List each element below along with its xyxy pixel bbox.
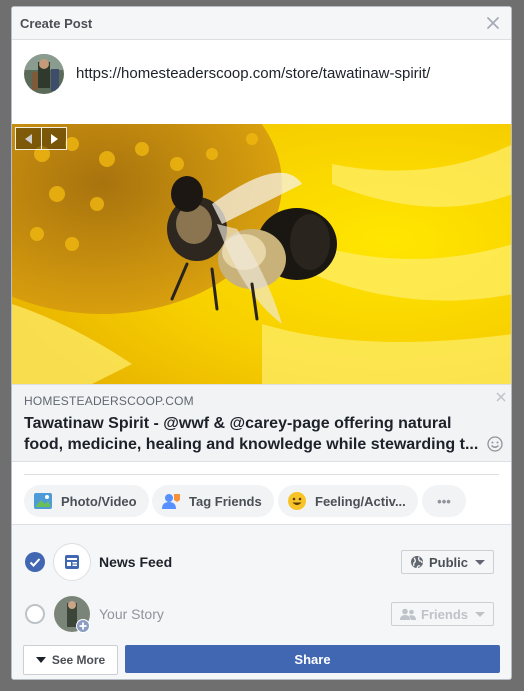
your-story-privacy-label: Friends bbox=[421, 606, 468, 622]
your-story-privacy-select[interactable]: Friends bbox=[391, 602, 494, 626]
tag-friends-button[interactable]: Tag Friends bbox=[152, 485, 274, 517]
globe-icon bbox=[410, 555, 424, 569]
smiley-icon bbox=[287, 491, 307, 511]
post-composer[interactable]: https://homesteaderscoop.com/store/tawat… bbox=[12, 40, 511, 124]
your-story-avatar bbox=[53, 595, 91, 633]
caret-down-icon bbox=[35, 657, 46, 663]
link-preview-image bbox=[12, 124, 511, 384]
friends-icon bbox=[400, 608, 417, 620]
audience-section: News Feed Public Your Story Friends See … bbox=[12, 524, 511, 679]
link-preview-meta[interactable]: HOMESTEADERSCOOP.COM Tawatinaw Spirit - … bbox=[12, 384, 511, 462]
see-more-button[interactable]: See More bbox=[23, 645, 118, 675]
close-icon[interactable] bbox=[485, 15, 501, 31]
carousel-nav bbox=[15, 127, 67, 150]
tag-friends-label: Tag Friends bbox=[189, 493, 262, 509]
carousel-next-button[interactable] bbox=[41, 128, 66, 149]
news-feed-label: News Feed bbox=[99, 554, 173, 570]
remove-preview-icon[interactable] bbox=[495, 390, 507, 402]
user-avatar bbox=[24, 54, 64, 94]
dialog-header: Create Post bbox=[12, 7, 511, 40]
share-button[interactable]: Share bbox=[125, 645, 500, 673]
create-post-dialog: Create Post https://homesteaderscoop.com… bbox=[11, 6, 512, 680]
feeling-activity-label: Feeling/Activ... bbox=[315, 493, 406, 509]
news-feed-checkbox[interactable] bbox=[25, 552, 45, 572]
photo-video-label: Photo/Video bbox=[61, 493, 137, 509]
actions-divider bbox=[24, 474, 499, 475]
photo-icon bbox=[33, 491, 53, 511]
your-story-row[interactable]: Your Story Friends bbox=[12, 594, 511, 634]
news-feed-privacy-select[interactable]: Public bbox=[400, 550, 494, 574]
emoji-picker-icon[interactable] bbox=[487, 436, 503, 452]
link-title-text: Tawatinaw Spirit - @wwf & @carey-page of… bbox=[24, 415, 479, 453]
link-title: Tawatinaw Spirit - @wwf & @carey-page of… bbox=[24, 413, 494, 455]
more-options-label: ••• bbox=[437, 493, 451, 509]
news-feed-icon bbox=[53, 543, 91, 581]
chevron-down-icon bbox=[475, 559, 485, 565]
composer-actions: Photo/Video Tag Friends Feeling/Activ...… bbox=[12, 462, 511, 524]
more-options-button[interactable]: ••• bbox=[422, 485, 466, 517]
carousel-prev-button[interactable] bbox=[16, 128, 41, 149]
news-feed-row[interactable]: News Feed Public bbox=[12, 542, 511, 582]
see-more-label: See More bbox=[51, 653, 106, 667]
chevron-down-icon bbox=[475, 611, 485, 617]
your-story-checkbox[interactable] bbox=[25, 604, 45, 624]
share-label: Share bbox=[294, 651, 331, 667]
dialog-title: Create Post bbox=[20, 16, 93, 31]
news-feed-privacy-label: Public bbox=[428, 554, 468, 570]
your-story-label: Your Story bbox=[99, 606, 164, 622]
photo-video-button[interactable]: Photo/Video bbox=[24, 485, 149, 517]
feeling-activity-button[interactable]: Feeling/Activ... bbox=[278, 485, 418, 517]
link-domain: HOMESTEADERSCOOP.COM bbox=[24, 394, 194, 408]
post-text-input[interactable]: https://homesteaderscoop.com/store/tawat… bbox=[76, 65, 430, 82]
tag-friends-icon bbox=[161, 491, 181, 511]
